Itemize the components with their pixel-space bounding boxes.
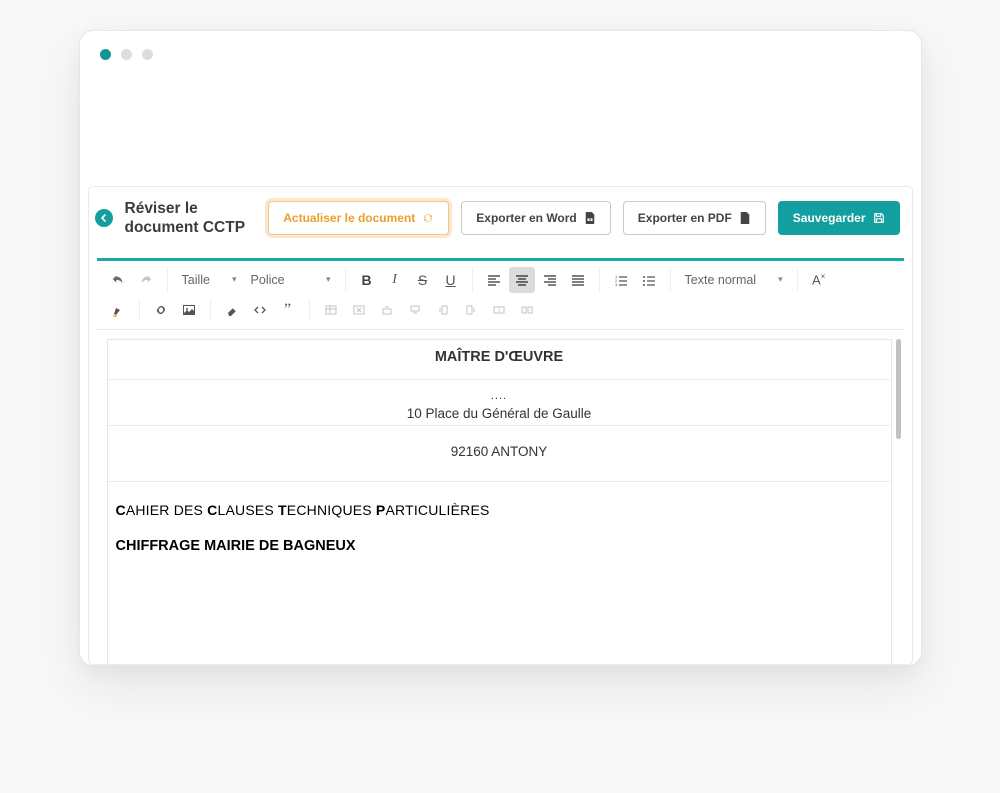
eraser-button[interactable] [219, 297, 245, 323]
bold-button[interactable]: B [354, 267, 380, 293]
separator [670, 269, 671, 291]
scroll-thumb[interactable] [896, 339, 901, 439]
col-left-button[interactable] [430, 297, 456, 323]
separator [139, 299, 140, 321]
italic-button[interactable]: I [382, 267, 408, 293]
content-panel: Réviser le document CCTP Actualiser le d… [88, 186, 913, 665]
separator [167, 269, 168, 291]
save-button[interactable]: Sauvegarder [778, 201, 900, 235]
export-pdf-button[interactable]: Exporter en PDF [623, 201, 766, 235]
pdf-file-icon [739, 212, 751, 224]
save-icon [873, 212, 885, 224]
ordered-list-button[interactable]: 123 [608, 267, 634, 293]
separator [309, 299, 310, 321]
document-body[interactable]: MAÎTRE D'ŒUVRE .... 10 Place du Général … [107, 339, 892, 665]
header-bar: Réviser le document CCTP Actualiser le d… [89, 187, 912, 250]
separator [599, 269, 600, 291]
quote-button[interactable]: ” [275, 297, 301, 323]
separator [472, 269, 473, 291]
separator [797, 269, 798, 291]
strike-button[interactable]: S [410, 267, 436, 293]
row-bottom-button[interactable] [402, 297, 428, 323]
doc-city: 92160 ANTONY [108, 426, 891, 482]
unordered-list-button[interactable] [636, 267, 662, 293]
highlight-button[interactable] [105, 297, 131, 323]
word-file-icon: W [584, 212, 596, 224]
col-right-button[interactable] [458, 297, 484, 323]
separator [345, 269, 346, 291]
doc-cctp-block: CAHIER DES CLAUSES TECHNIQUES PARTICULIÈ… [108, 482, 891, 564]
export-word-button[interactable]: Exporter en Word W [461, 201, 610, 235]
window-dot-active [100, 49, 111, 60]
font-size-select[interactable]: Taille▾ [176, 268, 243, 292]
save-label: Sauvegarder [793, 211, 866, 225]
font-family-select[interactable]: Police▾ [245, 268, 337, 292]
refresh-label: Actualiser le document [283, 211, 415, 225]
align-right-button[interactable] [537, 267, 563, 293]
table-insert-button[interactable] [318, 297, 344, 323]
app-window: Réviser le document CCTP Actualiser le d… [79, 30, 922, 666]
table-delete-button[interactable] [346, 297, 372, 323]
row-top-button[interactable] [374, 297, 400, 323]
code-button[interactable] [247, 297, 273, 323]
separator [210, 299, 211, 321]
window-dot [142, 49, 153, 60]
doc-ellipsis: .... [116, 390, 883, 402]
align-center-button[interactable] [509, 267, 535, 293]
scrollbar[interactable] [896, 333, 904, 665]
underline-button[interactable]: U [438, 267, 464, 293]
link-button[interactable] [148, 297, 174, 323]
doc-cctp-line: CAHIER DES CLAUSES TECHNIQUES PARTICULIÈ… [108, 482, 891, 534]
doc-project: CHIFFRAGE MAIRIE DE BAGNEUX [108, 534, 891, 564]
align-left-button[interactable] [481, 267, 507, 293]
doc-address-block: .... 10 Place du Général de Gaulle [108, 380, 891, 426]
align-justify-button[interactable] [565, 267, 591, 293]
merge-button[interactable] [486, 297, 512, 323]
document-area: MAÎTRE D'ŒUVRE .... 10 Place du Général … [97, 333, 904, 665]
split-button[interactable] [514, 297, 540, 323]
back-icon[interactable] [95, 209, 113, 227]
toolbar: Taille▾ Police▾ B I S U 123 Tex [97, 261, 904, 330]
redo-button[interactable] [133, 267, 159, 293]
refresh-icon [422, 212, 434, 224]
image-button[interactable] [176, 297, 202, 323]
refresh-button[interactable]: Actualiser le document [268, 201, 449, 235]
export-word-label: Exporter en Word [476, 211, 576, 225]
doc-heading: MAÎTRE D'ŒUVRE [108, 340, 891, 380]
clear-format-button[interactable]: A× [806, 267, 832, 293]
svg-text:3: 3 [615, 282, 618, 287]
window-controls [80, 31, 921, 60]
page-title: Réviser le document CCTP [125, 199, 257, 238]
doc-address: 10 Place du Général de Gaulle [116, 406, 883, 421]
export-pdf-label: Exporter en PDF [638, 211, 732, 225]
undo-button[interactable] [105, 267, 131, 293]
window-dot [121, 49, 132, 60]
text-style-select[interactable]: Texte normal▾ [679, 268, 789, 292]
editor: Taille▾ Police▾ B I S U 123 Tex [97, 258, 904, 665]
